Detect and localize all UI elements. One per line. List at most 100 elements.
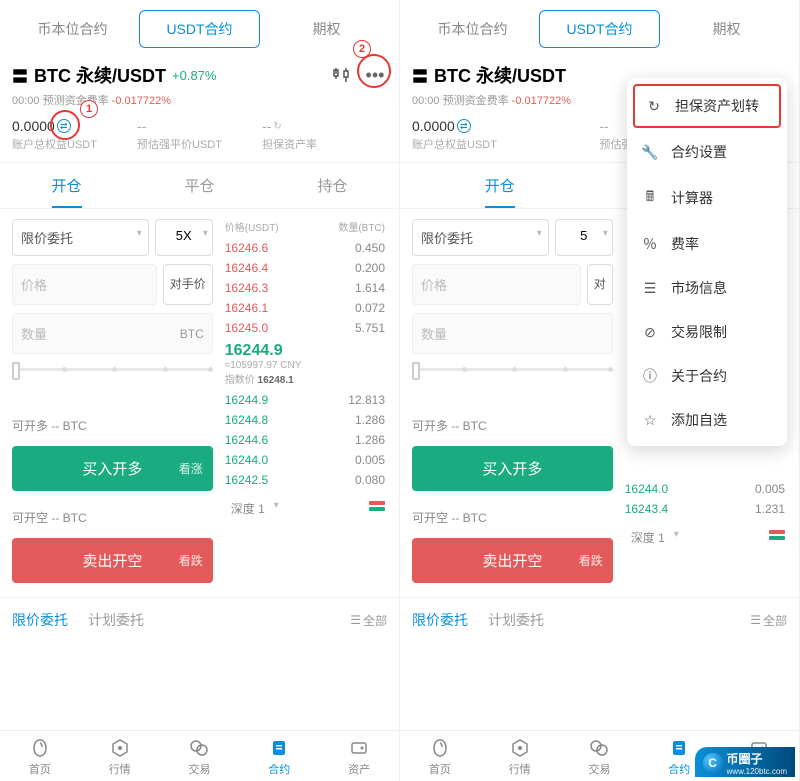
position-tabs: 开仓 平仓 持仓 [0, 162, 399, 209]
quantity-input[interactable]: 数量 [412, 313, 613, 354]
ob-bid-row[interactable]: 16244.00.005 [223, 450, 387, 470]
refresh-icon[interactable]: ↻ [273, 121, 281, 132]
tab-close[interactable]: 平仓 [133, 163, 266, 208]
menu-item-交易限制[interactable]: ⊘交易限制 [627, 310, 787, 354]
tab-open[interactable]: 开仓 [0, 163, 133, 208]
pair-name[interactable]: BTC 永续/USDT [434, 62, 566, 88]
watermark: C 币圈子 www.120btc.com [695, 747, 795, 777]
ob-ask-row[interactable]: 16246.40.200 [223, 258, 387, 278]
ob-ask-row[interactable]: 16246.10.072 [223, 298, 387, 318]
leverage-select[interactable]: 5 [555, 219, 613, 256]
orderbook-view-icon[interactable] [769, 530, 785, 546]
bottom-nav: 首页行情交易合约资产 [0, 730, 399, 781]
trade-left: 限价委托 5X 价格 对手价 数量BTC 可开多 -- BTC 买入开多看涨 可… [12, 219, 213, 589]
top-tabs: 币本位合约 USDT合约 期权 [400, 0, 799, 58]
more-icon[interactable]: ••• [363, 63, 387, 87]
tab-usdt[interactable]: USDT合约 [539, 10, 660, 48]
menu-item-合约设置[interactable]: 🔧合约设置 [627, 130, 787, 174]
tab-usdt[interactable]: USDT合约 [139, 10, 260, 48]
tab-options[interactable]: 期权 [266, 10, 387, 48]
buy-long-button[interactable]: 买入开多 [412, 446, 613, 491]
tab-coin-margin[interactable]: 币本位合约 [412, 10, 533, 48]
transfer-icon[interactable]: ⇄ [457, 119, 471, 133]
tab-coin-margin[interactable]: 币本位合约 [12, 10, 133, 48]
avail-short: 可开空 -- BTC [412, 505, 613, 530]
trade-icon [188, 737, 210, 759]
leverage-select[interactable]: 5X [155, 219, 213, 256]
ob-bid-row[interactable]: 16244.61.286 [223, 430, 387, 450]
menu-item-添加自选[interactable]: ☆添加自选 [627, 398, 787, 442]
balance-equity: 0.0000⇄ 账户总权益USDT [12, 118, 137, 152]
kline-icon[interactable] [329, 63, 353, 87]
menu-item-计算器[interactable]: 🖩计算器 [627, 174, 787, 222]
pair-name[interactable]: BTC 永续/USDT [34, 62, 166, 88]
transfer-icon[interactable]: ⇄ [57, 119, 71, 133]
watermark-brand: 币圈子 [727, 750, 787, 767]
sell-short-button[interactable]: 卖出开空看跌 [412, 538, 613, 583]
price-input[interactable]: 价格 [412, 264, 581, 305]
order-tabs: 限价委托 计划委托 ☰全部 [0, 597, 399, 642]
nav-market[interactable]: 行情 [480, 737, 560, 777]
avail-long: 可开多 -- BTC [412, 413, 613, 438]
wallet-icon [348, 737, 370, 759]
nav-trade[interactable]: 交易 [160, 737, 240, 777]
nav-trade[interactable]: 交易 [560, 737, 640, 777]
order-all-button[interactable]: ☰全部 [750, 612, 787, 629]
nav-home[interactable]: 首页 [400, 737, 480, 777]
home-icon [429, 737, 451, 759]
order-tab-plan[interactable]: 计划委托 [488, 598, 544, 642]
ob-index-label: 指数价 [225, 375, 255, 386]
ob-bid-row[interactable]: 16244.81.286 [223, 410, 387, 430]
menu-icon: ☰ [641, 280, 659, 297]
trade-left: 限价委托 5 价格 对 数量 可开多 -- BTC 买入开多 可开空 -- BT… [412, 219, 613, 589]
orderbook-view-icon[interactable] [369, 501, 385, 517]
menu-item-市场信息[interactable]: ☰市场信息 [627, 266, 787, 310]
ob-ask-row[interactable]: 16245.05.751 [223, 318, 387, 338]
ob-ask-row[interactable]: 16246.60.450 [223, 238, 387, 258]
margin-value: -- [262, 118, 271, 134]
pair-switch-icon[interactable]: 〓 [412, 63, 428, 87]
menu-item-关于合约[interactable]: ⓘ关于合约 [627, 354, 787, 398]
order-type-select[interactable]: 限价委托 [412, 219, 549, 256]
menu-item-费率[interactable]: ％费率 [627, 222, 787, 266]
nav-wallet[interactable]: 资产 [319, 737, 399, 777]
sell-short-button[interactable]: 卖出开空看跌 [12, 538, 213, 583]
margin-label: 担保资产率 [262, 136, 387, 152]
menu-icon: ☆ [641, 412, 659, 429]
fee-rate: -0.017722% [112, 95, 171, 107]
quantity-slider[interactable] [412, 362, 613, 377]
menu-item-担保资产划转[interactable]: ↻担保资产划转 [633, 84, 781, 128]
tab-position[interactable]: 持仓 [266, 163, 399, 208]
quantity-slider[interactable] [12, 362, 213, 377]
menu-icon: ％ [641, 234, 659, 254]
home-icon [29, 737, 51, 759]
market-icon [509, 737, 531, 759]
nav-contract[interactable]: 合约 [239, 737, 319, 777]
order-all-button[interactable]: ☰全部 [350, 612, 387, 629]
quantity-input[interactable]: 数量BTC [12, 313, 213, 354]
nav-market[interactable]: 行情 [80, 737, 160, 777]
tab-options[interactable]: 期权 [666, 10, 787, 48]
order-tab-plan[interactable]: 计划委托 [88, 598, 144, 642]
depth-select[interactable]: 深度 1 [625, 525, 683, 550]
ob-bid-row[interactable]: 16244.00.005 [623, 479, 787, 499]
pair-actions: ••• [329, 63, 387, 87]
counterparty-price-button[interactable]: 对手价 [163, 264, 213, 305]
price-input[interactable]: 价格 [12, 264, 157, 305]
nav-home[interactable]: 首页 [0, 737, 80, 777]
balance-margin: --↻ 担保资产率 [262, 118, 387, 152]
watermark-url: www.120btc.com [727, 767, 787, 776]
tab-open[interactable]: 开仓 [400, 163, 600, 208]
order-tab-limit[interactable]: 限价委托 [12, 598, 68, 642]
order-tab-limit[interactable]: 限价委托 [412, 598, 468, 642]
ob-bid-row[interactable]: 16242.50.080 [223, 470, 387, 490]
ob-ask-row[interactable]: 16246.31.614 [223, 278, 387, 298]
buy-long-button[interactable]: 买入开多看涨 [12, 446, 213, 491]
menu-icon: ⓘ [641, 366, 659, 386]
depth-select[interactable]: 深度 1 [225, 496, 283, 521]
ob-bid-row[interactable]: 16243.41.231 [623, 499, 787, 519]
order-type-select[interactable]: 限价委托 [12, 219, 149, 256]
ob-bid-row[interactable]: 16244.912.813 [223, 390, 387, 410]
counterparty-price-button[interactable]: 对 [587, 264, 613, 305]
pair-switch-icon[interactable]: 〓 [12, 63, 28, 87]
